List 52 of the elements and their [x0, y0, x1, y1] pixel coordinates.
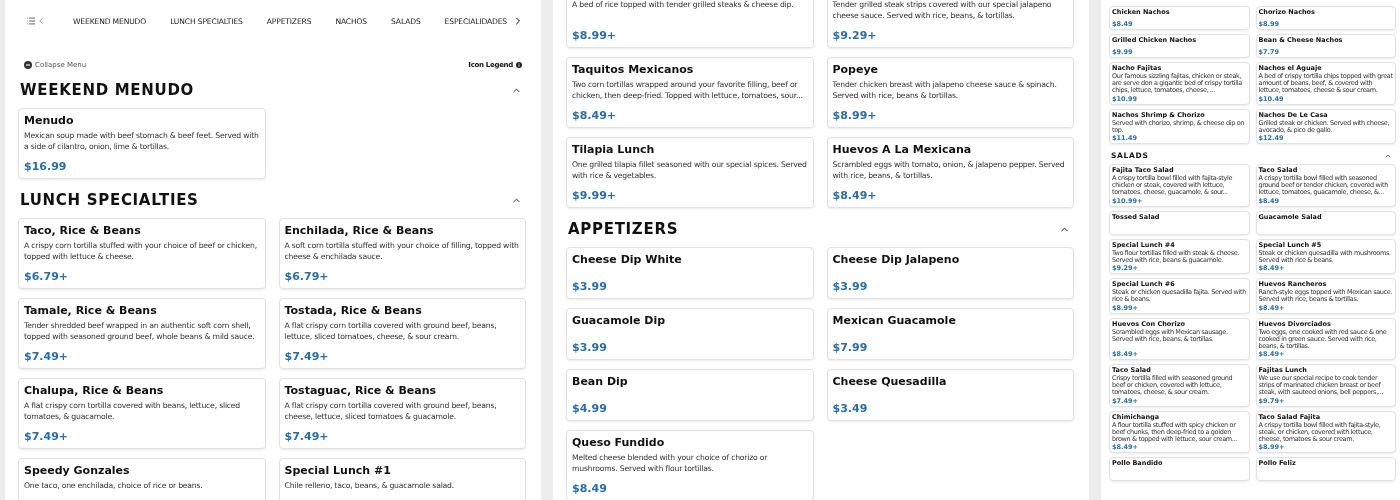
item-price: $8.99+	[572, 29, 617, 42]
item-price: $9.29+	[832, 29, 878, 42]
item-price: $16.99	[24, 160, 68, 173]
item-name: Mexican Guacamole	[832, 314, 957, 327]
item-price: $8.49+	[832, 189, 878, 202]
section-heading: LUNCH SPECIALTIES	[20, 191, 199, 210]
item-price: $6.79+	[284, 270, 330, 283]
item-price: $3.49	[832, 402, 869, 415]
item-price: $7.99	[832, 341, 869, 354]
menu-item-card[interactable]: Cheese Dip White $3.99	[566, 247, 814, 299]
item-price: $8.49+	[572, 109, 617, 122]
item-name: Queso Fundido	[572, 436, 666, 449]
item-name: Taquitos Mexicanos	[572, 63, 695, 76]
item-name: Menudo	[24, 114, 75, 127]
collapse-icon	[24, 61, 32, 69]
item-name: Chalupa, Rice & Beans	[24, 384, 165, 397]
item-price: $7.49+	[24, 430, 69, 443]
menu-item-card[interactable]: Bean Dip $4.99	[566, 369, 814, 421]
item-name: Huevos A La Mexicana	[832, 143, 973, 156]
item-name: Cheese Dip Jalapeno	[832, 253, 961, 266]
item-price: $8.99+	[832, 109, 878, 122]
section-heading: APPETIZERS	[568, 220, 679, 239]
item-price: $9.99+	[572, 189, 617, 202]
item-name: Speedy Gonzales	[24, 464, 131, 477]
item-price: $6.79+	[24, 270, 69, 283]
menu-item-card[interactable]: Cheese Dip Jalapeno $3.99	[826, 247, 1074, 299]
item-name: Popeye	[832, 63, 880, 76]
item-name: Guacamole Dip	[572, 314, 667, 327]
item-price: $3.99	[572, 341, 608, 354]
item-name: Bean Dip	[572, 375, 629, 388]
info-icon	[516, 62, 522, 68]
item-price: $7.49+	[284, 430, 330, 443]
item-price: $3.99	[832, 280, 869, 293]
item-price: $8.49	[572, 482, 608, 495]
item-price: $4.99	[572, 402, 608, 415]
item-name: Special Lunch #1	[284, 464, 392, 477]
item-price: $3.99	[572, 280, 608, 293]
section-heading: WEEKEND MENUDO	[20, 81, 195, 100]
item-name: Cheese Quesadilla	[832, 375, 948, 388]
menu-item-card[interactable]: Guacamole Dip $3.99	[566, 308, 814, 360]
item-name: Tamale, Rice & Beans	[24, 304, 158, 317]
menu-item-card[interactable]: Cheese Quesadilla $3.49	[826, 369, 1074, 421]
item-name: Cheese Dip White	[572, 253, 683, 266]
item-name: Tilapia Lunch	[572, 143, 656, 156]
menu-item-card[interactable]: Mexican Guacamole $7.99	[826, 308, 1074, 360]
item-name: Tostada, Rice & Beans	[284, 304, 423, 317]
list-icon[interactable]	[26, 16, 36, 26]
item-name: Tostaguac, Rice & Beans	[284, 384, 438, 397]
item-price: $7.49+	[24, 350, 69, 363]
item-price: $7.49+	[284, 350, 330, 363]
item-name: Enchilada, Rice & Beans	[284, 224, 435, 237]
item-name: Taco, Rice & Beans	[24, 224, 142, 237]
